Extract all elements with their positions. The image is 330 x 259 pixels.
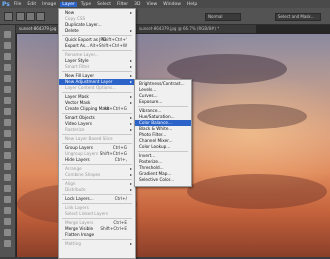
menu-separator	[138, 106, 188, 107]
add-selection-icon[interactable]	[26, 12, 35, 21]
menu-separator	[62, 179, 132, 180]
menu-item-hide-layers[interactable]: Hide Layers Ctrl+,	[59, 157, 135, 163]
document-tab-2[interactable]: sunset-864379.jpg @ 66.7% (RGB/8#) *	[136, 25, 256, 33]
photoshop-logo: Ps	[2, 0, 10, 8]
menu-separator	[62, 92, 132, 93]
dodge-tool-icon[interactable]	[4, 174, 11, 181]
select-and-mask-button[interactable]: Select and Mask...	[275, 13, 321, 21]
move-tool-icon[interactable]	[4, 31, 11, 38]
menu-separator	[62, 164, 132, 165]
brush-tool-icon[interactable]	[4, 108, 11, 115]
eraser-tool-icon[interactable]	[4, 141, 11, 148]
new-adjustment-layer-submenu: Brightness/Contrast... Levels... Curves.…	[134, 79, 192, 187]
menu-item-flatten-image[interactable]: Flatten Image	[59, 232, 135, 238]
clone-stamp-tool-icon[interactable]	[4, 119, 11, 126]
submenu-item-color-lookup[interactable]: Color Lookup...	[135, 144, 191, 150]
zoom-tool-icon[interactable]	[4, 240, 11, 247]
path-select-tool-icon[interactable]	[4, 207, 11, 214]
options-bar: Normal Select and Mask...	[0, 8, 330, 25]
menu-view[interactable]: View	[146, 2, 157, 7]
eyedropper-tool-icon[interactable]	[4, 86, 11, 93]
menu-separator	[62, 50, 132, 51]
menu-item-distribute[interactable]: Distribute ▸	[59, 187, 135, 193]
menu-separator	[62, 35, 132, 36]
menu-item-new-layer-based-slice[interactable]: New Layer Based Slice	[59, 136, 135, 142]
type-tool-icon[interactable]	[4, 196, 11, 203]
tool-preset-icon[interactable]	[4, 12, 13, 21]
menu-file[interactable]: File	[14, 2, 22, 7]
menu-edit[interactable]: Edit	[27, 2, 36, 7]
blur-tool-icon[interactable]	[4, 163, 11, 170]
menu-item-select-linked-layers[interactable]: Select Linked Layers	[59, 211, 135, 217]
menu-window[interactable]: Window	[163, 2, 181, 7]
menu-item-export-as[interactable]: Export As... Alt+Shift+Ctrl+W	[59, 43, 135, 49]
history-brush-tool-icon[interactable]	[4, 130, 11, 137]
menu-separator	[62, 113, 132, 114]
marquee-tool-icon[interactable]	[4, 42, 11, 49]
menu-separator	[62, 134, 132, 135]
menu-item-layer-content-options[interactable]: Layer Content Options...	[59, 85, 135, 91]
quick-select-tool-icon[interactable]	[4, 64, 11, 71]
menu-bar: Ps File Edit Image Layer Type Select Fil…	[0, 0, 330, 8]
lasso-tool-icon[interactable]	[4, 53, 11, 60]
shape-tool-icon[interactable]	[4, 218, 11, 225]
gradient-tool-icon[interactable]	[4, 152, 11, 159]
menu-separator	[138, 151, 188, 152]
cloud-shape	[197, 104, 307, 129]
menu-item-delete[interactable]: Delete ▸	[59, 28, 135, 34]
menu-select[interactable]: Select	[97, 2, 111, 7]
menu-type[interactable]: Type	[81, 2, 91, 7]
menu-separator	[62, 218, 132, 219]
healing-tool-icon[interactable]	[4, 97, 11, 104]
menu-image[interactable]: Image	[42, 2, 56, 7]
menu-separator	[62, 143, 132, 144]
menu-filter[interactable]: Filter	[117, 2, 128, 7]
menu-item-combine-shapes[interactable]: Combine Shapes ▸	[59, 172, 135, 178]
menu-3d[interactable]: 3D	[134, 2, 140, 7]
submenu-item-selective-color[interactable]: Selective Color...	[135, 177, 191, 183]
menu-item-lock-layers[interactable]: Lock Layers... Ctrl+/	[59, 196, 135, 202]
menu-item-rasterize[interactable]: Rasterize ▸	[59, 127, 135, 133]
style-select[interactable]: Normal	[205, 13, 241, 21]
menu-separator	[62, 203, 132, 204]
layer-menu: New ▸ Copy CSS Duplicate Layer... Delete ▸…	[58, 8, 136, 259]
menu-item-smart-filter[interactable]: Smart Filter ▸	[59, 64, 135, 70]
cloud-shape	[187, 174, 327, 209]
menu-layer[interactable]: Layer	[60, 1, 77, 7]
document-tab-2-label: sunset-864379.jpg @ 66.7% (RGB/8#) *	[139, 26, 220, 31]
tools-panel	[0, 25, 16, 257]
menu-item-matting[interactable]: Matting ▸	[59, 241, 135, 247]
hand-tool-icon[interactable]	[4, 229, 11, 236]
pen-tool-icon[interactable]	[4, 185, 11, 192]
menu-separator	[62, 239, 132, 240]
menu-help[interactable]: Help	[187, 2, 197, 7]
new-selection-icon[interactable]	[16, 12, 25, 21]
menu-separator	[62, 194, 132, 195]
subtract-selection-icon[interactable]	[36, 12, 45, 21]
menu-item-create-clipping-mask[interactable]: Create Clipping Mask Alt+Ctrl+G	[59, 106, 135, 112]
crop-tool-icon[interactable]	[4, 75, 11, 82]
menu-separator	[62, 71, 132, 72]
submenu-item-exposure[interactable]: Exposure...	[135, 99, 191, 105]
